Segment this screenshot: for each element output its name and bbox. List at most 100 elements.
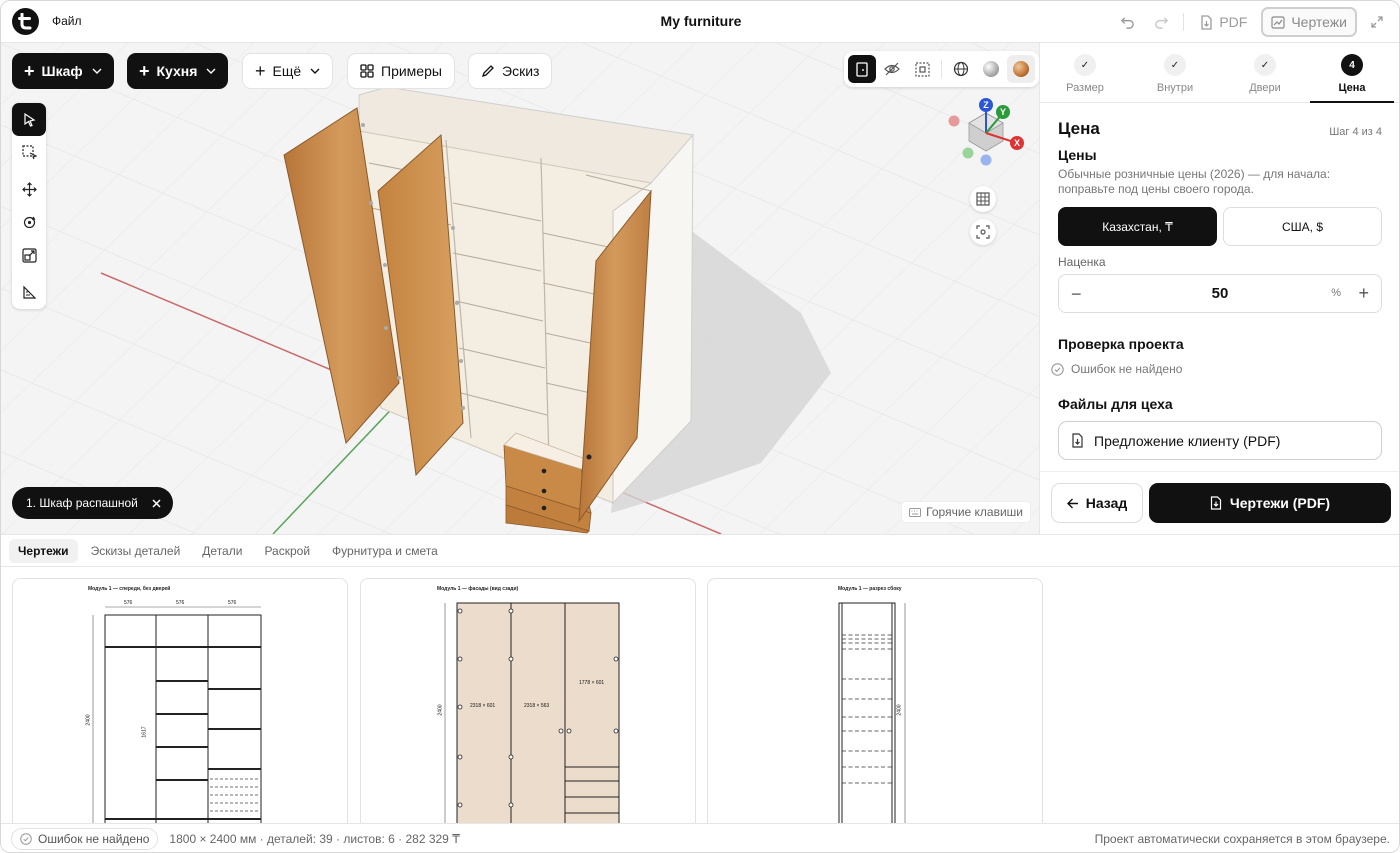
wireframe-sphere-icon[interactable] bbox=[947, 55, 975, 83]
tab-parts[interactable]: Детали bbox=[193, 539, 251, 563]
drawings-pdf-button[interactable]: Чертежи (PDF) bbox=[1149, 483, 1391, 523]
sketch-button[interactable]: Эскиз bbox=[468, 53, 553, 89]
step-label: Цена bbox=[1338, 82, 1366, 94]
drawings-label: Чертежи bbox=[1291, 14, 1347, 30]
examples-label: Примеры bbox=[381, 63, 442, 79]
check-icon: ✓ bbox=[1074, 54, 1096, 76]
markup-label: Наценка bbox=[1058, 255, 1106, 269]
check-circle-icon bbox=[20, 833, 32, 845]
frame-select-icon[interactable] bbox=[908, 55, 936, 83]
hotkeys-label: Горячие клавиши bbox=[926, 505, 1023, 519]
facade-label: 2318 × 563 bbox=[524, 703, 550, 709]
measure-icon[interactable] bbox=[12, 276, 46, 309]
tab-part-sketches[interactable]: Эскизы деталей bbox=[82, 539, 190, 563]
focus-camera-icon[interactable] bbox=[970, 219, 996, 245]
panel-footer: Назад Чертежи (PDF) bbox=[1040, 471, 1399, 534]
bottom-tabs: Чертежи Эскизы деталей Детали Раскрой Фу… bbox=[1, 534, 1399, 567]
redo-icon[interactable] bbox=[1147, 8, 1175, 36]
divider bbox=[941, 60, 942, 78]
expand-icon[interactable] bbox=[1363, 8, 1391, 36]
arrow-left-icon bbox=[1066, 498, 1078, 508]
view-toolbar bbox=[844, 51, 1039, 87]
drawing-sheet-facades[interactable]: Модуль 1 — фасады (вид сзади) 2318 × 601 bbox=[360, 578, 696, 823]
examples-button[interactable]: Примеры bbox=[347, 53, 455, 89]
app-logo-icon[interactable] bbox=[12, 8, 39, 35]
markup-unit: % bbox=[1331, 287, 1341, 299]
file-menu[interactable]: Файл bbox=[52, 14, 82, 28]
gray-material-icon[interactable] bbox=[977, 55, 1005, 83]
step-label: Внутри bbox=[1156, 82, 1194, 94]
region-usa-button[interactable]: США, $ bbox=[1223, 207, 1382, 246]
pdf-label: PDF bbox=[1219, 14, 1248, 30]
dimension-label: 576 bbox=[176, 600, 185, 606]
autosave-note: Проект автоматически сохраняется в этом … bbox=[1094, 832, 1390, 846]
close-icon[interactable] bbox=[152, 498, 161, 508]
step-price[interactable]: 4 Цена bbox=[1310, 43, 1394, 103]
check-status-text: Ошибок не найдено bbox=[1071, 362, 1183, 376]
dimension-label: 576 bbox=[228, 600, 237, 606]
drawings-pdf-label: Чертежи (PDF) bbox=[1229, 495, 1331, 511]
pencil-icon bbox=[481, 65, 494, 78]
file-pdf-icon bbox=[1210, 496, 1221, 510]
errors-status-chip[interactable]: Ошибок не найдено bbox=[11, 828, 159, 850]
top-bar: Файл My furniture PDF Чертежи bbox=[1, 1, 1399, 43]
drawings-button[interactable]: Чертежи bbox=[1261, 7, 1357, 37]
sheet-drawing bbox=[92, 606, 262, 823]
check-circle-icon bbox=[1051, 362, 1064, 376]
grid-toggle-icon[interactable] bbox=[970, 186, 996, 212]
plus-icon[interactable]: + bbox=[1358, 283, 1369, 304]
region-kazakhstan-button[interactable]: Казахстан, ₸ bbox=[1058, 207, 1217, 246]
box-select-icon[interactable] bbox=[12, 136, 46, 169]
selected-object-label: 1. Шкаф распашной bbox=[26, 496, 138, 510]
select-tool-icon[interactable] bbox=[12, 103, 46, 136]
hide-doors-icon[interactable] bbox=[878, 55, 906, 83]
drawing-sheet-front[interactable]: Модуль 1 — спереди, без дверей 576 576 5… bbox=[12, 578, 348, 823]
height-dimension: 2400 bbox=[896, 704, 903, 716]
scene-canvas[interactable]: Z Y X bbox=[1, 43, 1039, 534]
selected-object-chip[interactable]: 1. Шкаф распашной bbox=[12, 487, 173, 519]
back-button[interactable]: Назад bbox=[1051, 483, 1143, 523]
client-offer-button[interactable]: Предложение клиенту (PDF) bbox=[1058, 421, 1382, 460]
chevron-down-icon bbox=[206, 68, 216, 74]
step-inside[interactable]: ✓ Внутри bbox=[1130, 43, 1220, 103]
drawing-sheet-section[interactable]: Модуль 1 — разрез сбоку 2400 bbox=[707, 578, 1043, 823]
height-dimension: 2400 bbox=[85, 714, 92, 726]
plus-icon: + bbox=[255, 61, 266, 81]
back-label: Назад bbox=[1085, 495, 1128, 511]
plus-icon: + bbox=[24, 61, 35, 81]
drawing-sheets: Модуль 1 — спереди, без дверей 576 576 5… bbox=[1, 568, 1399, 823]
chevron-down-icon bbox=[92, 68, 102, 74]
status-bar: Ошибок не найдено 1800 × 2400 мм · детал… bbox=[1, 823, 1399, 852]
price-content: Цена Шаг 4 из 4 Цены Обычные розничные ц… bbox=[1051, 119, 1382, 460]
more-label: Ещё bbox=[272, 63, 302, 79]
scale-icon[interactable] bbox=[12, 239, 46, 272]
wood-material-icon[interactable] bbox=[1007, 55, 1035, 83]
step-size[interactable]: ✓ Размер bbox=[1040, 43, 1130, 103]
check-icon: ✓ bbox=[1164, 54, 1186, 76]
front-view-icon[interactable] bbox=[848, 55, 876, 83]
tab-drawings[interactable]: Чертежи bbox=[9, 538, 78, 563]
step-doors[interactable]: ✓ Двери bbox=[1220, 43, 1310, 103]
sketch-label: Эскиз bbox=[502, 63, 540, 79]
step-label: Двери bbox=[1249, 82, 1281, 94]
inner-dimension: 1617 bbox=[141, 726, 148, 738]
prices-description: Обычные розничные цены (2026) — для нача… bbox=[1058, 167, 1331, 196]
3d-viewport[interactable]: Z Y X + Шкаф + Кухня + Ещё Примеры Эскиз… bbox=[1, 43, 1039, 534]
rotate-icon[interactable] bbox=[12, 206, 46, 239]
tab-hardware-estimate[interactable]: Фурнитура и смета bbox=[323, 539, 447, 563]
axis-x-label: X bbox=[1014, 138, 1020, 148]
wizard-steps: ✓ Размер ✓ Внутри ✓ Двери 4 Цена bbox=[1040, 43, 1399, 103]
drawings-icon bbox=[1271, 15, 1285, 29]
add-kitchen-button[interactable]: + Кухня bbox=[127, 53, 229, 89]
pdf-export-button[interactable]: PDF bbox=[1192, 7, 1255, 37]
tab-cutting[interactable]: Раскрой bbox=[255, 539, 319, 563]
more-button[interactable]: + Ещё bbox=[242, 53, 334, 89]
project-stats: 1800 × 2400 мм · деталей: 39 · листов: 6… bbox=[169, 832, 460, 846]
add-wardrobe-button[interactable]: + Шкаф bbox=[12, 53, 114, 89]
hotkeys-button[interactable]: Горячие клавиши bbox=[901, 501, 1031, 523]
errors-status-text: Ошибок не найдено bbox=[38, 832, 150, 846]
undo-icon[interactable] bbox=[1113, 8, 1141, 36]
move-icon[interactable] bbox=[12, 173, 46, 206]
facade-label: 2318 × 601 bbox=[470, 703, 496, 709]
height-dimension: 2400 bbox=[437, 704, 444, 716]
